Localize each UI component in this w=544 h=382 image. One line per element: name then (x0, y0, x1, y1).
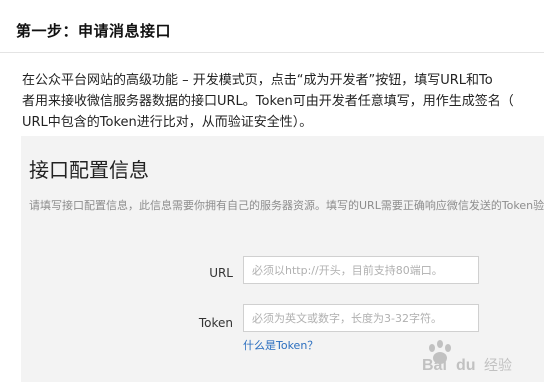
panel-description: 请填写接口配置信息，此信息需要你拥有自己的服务器资源。填写的URL需要正确响应微… (29, 199, 544, 212)
paragraph-line-2: 者用来接收微信服务器数据的接口URL。Token可由开发者任意填写，用作生成签名… (22, 94, 514, 109)
token-input[interactable] (243, 304, 479, 332)
heading-divider (0, 52, 544, 53)
url-input[interactable] (243, 256, 479, 284)
paw-logo-icon: Bai du 经验 (422, 340, 512, 374)
panel-title: 接口配置信息 (29, 158, 149, 182)
url-label: URL (209, 266, 233, 280)
instruction-paragraph: 在公众平台网站的高级功能 – 开发模式页，点击“成为开发者”按钮，填写URL和T… (22, 70, 544, 133)
baidu-jingyan-watermark: Bai du 经验 (420, 334, 538, 374)
paragraph-line-1: 在公众平台网站的高级功能 – 开发模式页，点击“成为开发者”按钮，填写URL和T… (22, 73, 493, 88)
paragraph-line-3: URL中包含的Token进行比对，从而验证安全性）。 (22, 115, 313, 130)
token-label: Token (198, 316, 233, 330)
watermark-text-2: du (456, 357, 476, 374)
watermark-text: Bai (422, 357, 447, 374)
what-is-token-link[interactable]: 什么是Token？ (243, 337, 318, 353)
watermark-cn: 经验 (484, 358, 512, 374)
step-heading: 第一步：申请消息接口 (16, 22, 172, 40)
